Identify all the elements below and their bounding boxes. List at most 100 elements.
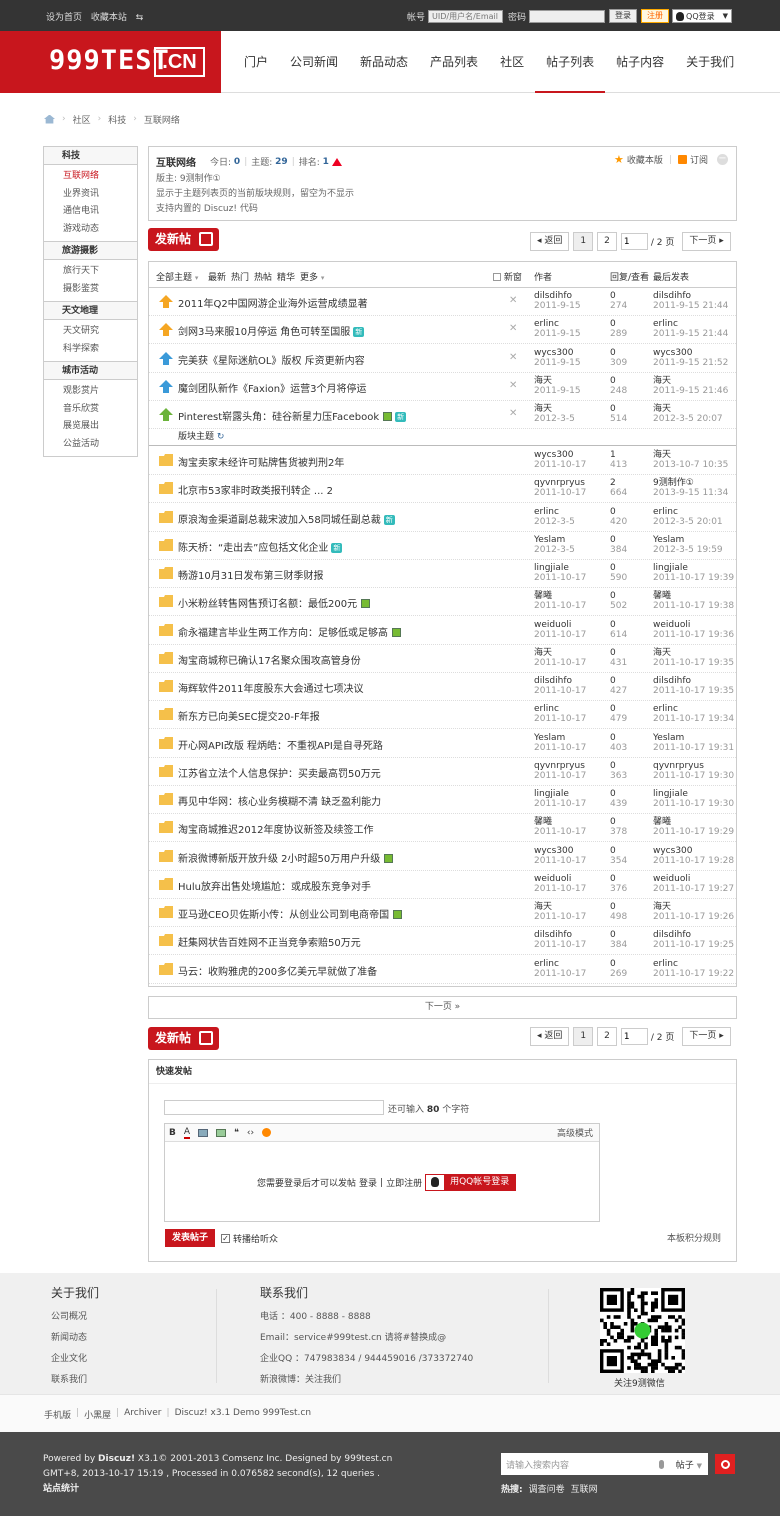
last-author[interactable]: erlinc <box>653 507 678 517</box>
author-name[interactable]: wycs300 <box>534 846 574 856</box>
footer-about-link[interactable]: 联系我们 <box>51 1370 221 1391</box>
thread-title[interactable]: 小米粉丝转售网售预订名额：最低200元 <box>178 599 357 610</box>
sidebar-group-title[interactable]: 城市活动 <box>44 362 137 380</box>
last-author[interactable]: 馨曦 <box>653 817 671 827</box>
last-author[interactable]: 海天 <box>653 450 671 460</box>
thread-title[interactable]: Hulu放弃出售处境尴尬：或成股东竞争对手 <box>178 882 371 893</box>
close-icon[interactable]: ✕ <box>509 352 517 363</box>
nav-item[interactable]: 新品动态 <box>349 31 419 93</box>
register-link[interactable]: 立即注册 <box>386 1176 422 1189</box>
last-date[interactable]: 2011-10-17 19:31 <box>653 743 734 753</box>
close-icon[interactable]: ✕ <box>509 295 517 306</box>
breadcrumb-item[interactable]: 社区 <box>73 113 91 126</box>
last-author[interactable]: 海天 <box>653 902 671 912</box>
code-icon[interactable]: ‹› <box>247 1128 254 1138</box>
last-author[interactable]: dilsdihfo <box>653 676 691 686</box>
last-date[interactable]: 2011-10-17 19:29 <box>653 827 734 837</box>
last-author[interactable]: 海天 <box>653 376 671 386</box>
last-date[interactable]: 2011-10-17 19:27 <box>653 884 734 894</box>
last-date[interactable]: 2011-10-17 19:36 <box>653 630 734 640</box>
bold-icon[interactable]: B <box>169 1128 176 1138</box>
author-name[interactable]: 馨曦 <box>534 817 552 827</box>
home-icon[interactable] <box>44 114 55 124</box>
sidebar-item[interactable]: 公益活动 <box>44 436 137 454</box>
last-author[interactable]: lingjiale <box>653 789 688 799</box>
author-name[interactable]: dilsdihfo <box>534 930 572 940</box>
hot-item[interactable]: 调查问卷 <box>529 1482 565 1495</box>
last-author[interactable]: weiduoli <box>653 620 690 630</box>
footer-link[interactable]: 手机版 <box>44 1408 71 1421</box>
last-author[interactable]: qyvnrpryus <box>653 761 704 771</box>
collapse-icon[interactable]: − <box>717 154 728 165</box>
sidebar-item[interactable]: 业界资讯 <box>44 186 137 204</box>
author-name[interactable]: 海天 <box>534 404 552 414</box>
author-name[interactable]: 海天 <box>534 376 552 386</box>
page-1[interactable]: 1 <box>573 1027 594 1046</box>
sidebar-item[interactable]: 科学探索 <box>44 341 137 359</box>
footer-link[interactable]: 小黑屋 <box>84 1408 111 1421</box>
subscribe-link[interactable]: 订阅 <box>690 153 708 166</box>
last-date[interactable]: 2011-10-17 19:39 <box>653 573 734 583</box>
author-name[interactable]: weiduoli <box>534 620 571 630</box>
sidebar-item[interactable]: 展览展出 <box>44 418 137 436</box>
set-home-link[interactable]: 设为首页 <box>46 13 82 23</box>
nav-item[interactable]: 关于我们 <box>675 31 745 93</box>
last-date[interactable]: 2011-9-15 21:44 <box>653 301 728 311</box>
author-name[interactable]: dilsdihfo <box>534 676 572 686</box>
thread-title[interactable]: 2011年Q2中国网游企业海外运营成绩显著 <box>178 299 368 310</box>
author-name[interactable]: wycs300 <box>534 348 574 358</box>
last-author[interactable]: erlinc <box>653 319 678 329</box>
footer-link[interactable]: Discuz! x3.1 Demo 999Test.cn <box>175 1408 311 1421</box>
smiley-icon[interactable] <box>262 1128 272 1137</box>
nav-item[interactable]: 公司新闻 <box>279 31 349 93</box>
hot-item[interactable]: 互联网 <box>571 1482 598 1495</box>
last-date[interactable]: 2011-10-17 19:34 <box>653 714 734 724</box>
qq-login-banner[interactable]: 用QQ帐号登录 <box>425 1174 517 1191</box>
thread-title[interactable]: 畅游10月31日发布第三财季财报 <box>178 571 323 582</box>
footer-contact-line[interactable]: 新浪微博：关注我们 <box>260 1370 560 1391</box>
thread-title[interactable]: 赶集网状告百姓网不正当竞争索赔50万元 <box>178 938 361 949</box>
mic-icon[interactable] <box>658 1459 664 1469</box>
thread-title[interactable]: 剑网3马来服10月停运 角色可转至国服 <box>178 327 350 338</box>
last-date[interactable]: 2011-9-15 21:46 <box>653 386 728 396</box>
nav-item[interactable]: 门户 <box>233 31 279 93</box>
next-page-button[interactable]: 下一页 ▸ <box>682 232 731 251</box>
sidebar-item[interactable]: 通信电讯 <box>44 203 137 221</box>
thread-title[interactable]: 完美获《星际迷航OL》版权 斥资更新内容 <box>178 356 365 367</box>
subject-input[interactable] <box>164 1100 384 1115</box>
last-author[interactable]: Yeslam <box>653 535 684 545</box>
footer-link[interactable]: Archiver <box>124 1408 161 1421</box>
footer-about-link[interactable]: 公司概况 <box>51 1307 221 1328</box>
sidebar-group-title[interactable]: 旅游摄影 <box>44 242 137 260</box>
search-button[interactable] <box>715 1454 735 1474</box>
page-2[interactable]: 2 <box>597 232 617 251</box>
close-icon[interactable]: ✕ <box>509 408 517 419</box>
last-author[interactable]: wycs300 <box>653 348 693 358</box>
last-author[interactable]: dilsdihfo <box>653 930 691 940</box>
sidebar-group-title[interactable]: 天文地理 <box>44 302 137 320</box>
sidebar-item[interactable]: 音乐欣赏 <box>44 401 137 419</box>
last-author[interactable]: wycs300 <box>653 846 693 856</box>
sidebar-item[interactable]: 天文研究 <box>44 323 137 341</box>
new-window-toggle[interactable]: 新窗 <box>493 270 522 283</box>
refresh-icon[interactable]: ↻ <box>217 432 225 442</box>
page-2[interactable]: 2 <box>597 1027 617 1046</box>
site-logo[interactable]: 999TEST .CN <box>0 31 221 93</box>
author-name[interactable]: 海天 <box>534 902 552 912</box>
last-author[interactable]: weiduoli <box>653 874 690 884</box>
credit-rules-link[interactable]: 本板积分规则 <box>667 1231 721 1244</box>
author-name[interactable]: lingjiale <box>534 563 569 573</box>
footer-about-link[interactable]: 企业文化 <box>51 1349 221 1370</box>
thread-title[interactable]: 江苏省立法个人信息保护：买卖最高罚50万元 <box>178 769 381 780</box>
thread-title[interactable]: 新浪微博新版开放升级 2小时超50万用户升级 <box>178 854 380 865</box>
footer-about-link[interactable]: 新闻动态 <box>51 1328 221 1349</box>
image-icon[interactable] <box>198 1128 209 1137</box>
author-name[interactable]: lingjiale <box>534 789 569 799</box>
thread-title[interactable]: 俞永福建言毕业生两工作方向：足够低或足够高 <box>178 628 388 639</box>
thread-title[interactable]: 魔剑团队新作《Faxion》运营3个月将停运 <box>178 384 366 395</box>
thread-title[interactable]: 开心网API改版 程炳皓：不重视API是自寻死路 <box>178 741 383 752</box>
author-name[interactable]: erlinc <box>534 507 559 517</box>
next-page-button[interactable]: 下一页 ▸ <box>682 1027 731 1046</box>
author-name[interactable]: Yeslam <box>534 535 565 545</box>
last-date[interactable]: 2012-3-5 20:01 <box>653 517 723 527</box>
